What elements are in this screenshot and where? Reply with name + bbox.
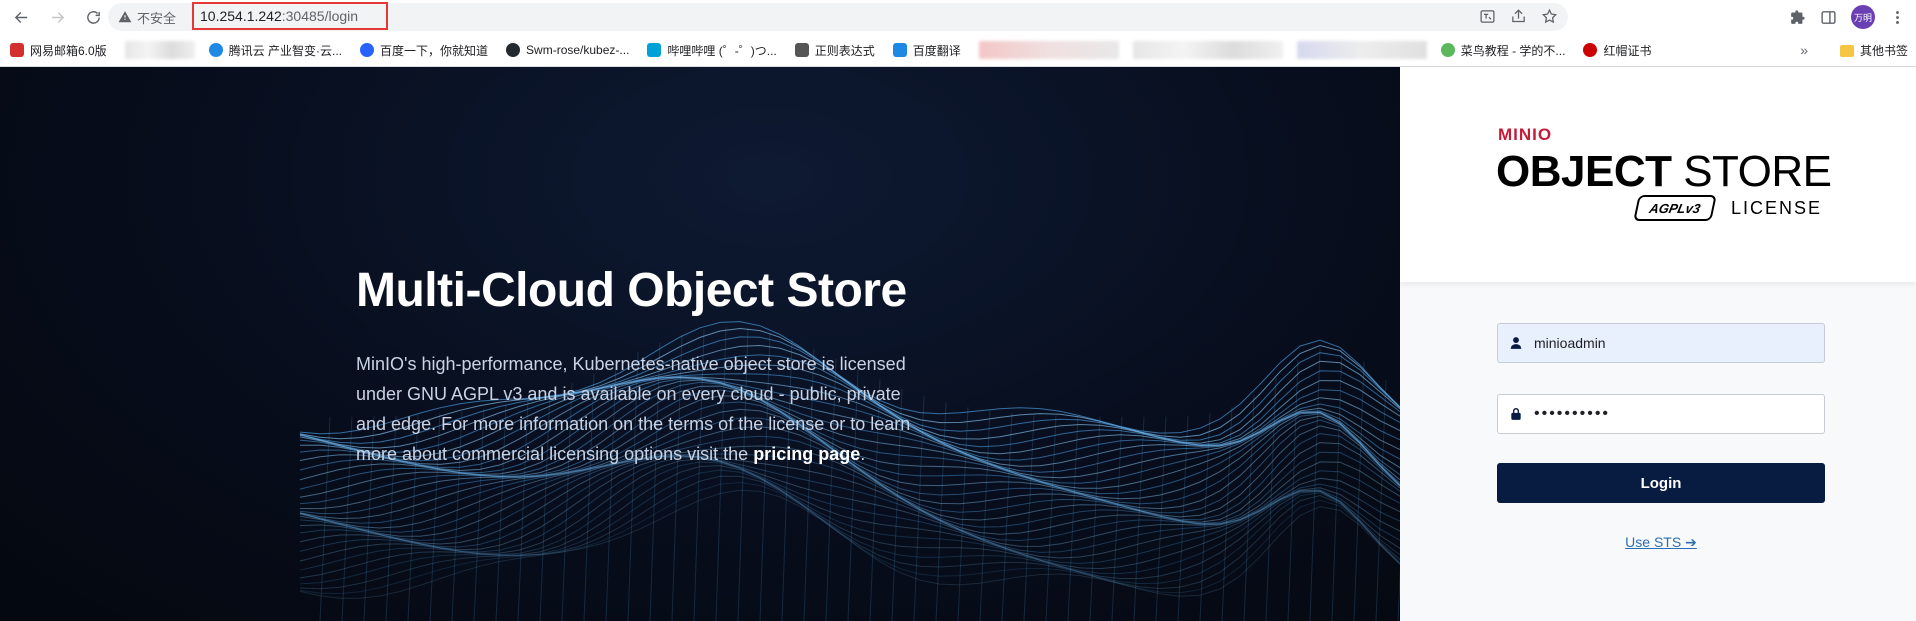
- bookmarks-overflow-button[interactable]: »: [1800, 42, 1808, 58]
- bookmark-star-icon[interactable]: [1541, 8, 1558, 25]
- menu-dots-icon[interactable]: [1889, 9, 1906, 26]
- logo-license: LICENSE: [1731, 198, 1823, 218]
- username-field[interactable]: minioadmin: [1497, 323, 1825, 363]
- blurred-bookmark: [978, 41, 1119, 59]
- wave-mesh-graphic: [299, 321, 1400, 621]
- bilibili-icon: [647, 43, 662, 57]
- translate-favicon-icon: [892, 43, 907, 57]
- url-path: :30485/login: [281, 8, 359, 24]
- blurred-bookmark: [124, 41, 195, 59]
- minio-logo: MINIO OBJECT STORE AGPLv3 LICENSE: [1400, 67, 1916, 282]
- blurred-bookmark: [1296, 41, 1427, 59]
- translate-icon[interactable]: [1479, 8, 1496, 25]
- blurred-bookmark: [1132, 41, 1283, 59]
- extensions-icon[interactable]: [1789, 9, 1806, 26]
- other-bookmarks[interactable]: 其他书签: [1839, 42, 1908, 59]
- lock-icon: [1498, 407, 1534, 421]
- bookmark-item[interactable]: 正则表达式: [794, 42, 875, 59]
- bookmark-item[interactable]: 百度一下，你就知道: [360, 42, 488, 59]
- warning-icon: [118, 11, 132, 23]
- regex-icon: [794, 43, 809, 57]
- pricing-page-link[interactable]: pricing page: [753, 444, 860, 464]
- url-host: 10.254.1.242: [200, 8, 282, 24]
- bookmarks-bar: 网易邮箱6.0版 腾讯云 产业智变·云... 百度一下，你就知道 Swm-ros…: [0, 34, 1916, 67]
- hero-description: MinIO's high-performance, Kubernetes-nat…: [356, 354, 911, 464]
- insecure-label: 不安全: [137, 10, 177, 26]
- bookmark-item[interactable]: 菜鸟教程 - 学的不...: [1440, 42, 1565, 59]
- login-panel: MINIO OBJECT STORE AGPLv3 LICENSE minioa…: [1400, 67, 1916, 621]
- bookmark-item[interactable]: 腾讯云 产业智变·云...: [208, 42, 342, 59]
- user-icon: [1498, 336, 1534, 350]
- side-panel-icon[interactable]: [1820, 9, 1837, 26]
- cloud-icon: [208, 43, 223, 57]
- back-icon[interactable]: [6, 2, 36, 32]
- logo-product: OBJECT STORE: [1496, 147, 1832, 196]
- reload-icon[interactable]: [78, 2, 108, 32]
- forward-icon[interactable]: [42, 2, 72, 32]
- bookmark-item[interactable]: 哔哩哔哩 (゜-゜)つ...: [647, 42, 777, 59]
- bookmark-item[interactable]: 网易邮箱6.0版: [10, 42, 107, 59]
- username-value: minioadmin: [1534, 335, 1606, 351]
- password-field[interactable]: ••••••••••: [1497, 394, 1825, 434]
- browser-toolbar: 不安全 10.254.1.242:30485/login 万明: [0, 0, 1916, 34]
- runoob-icon: [1440, 43, 1455, 57]
- redhat-icon: [1583, 43, 1598, 57]
- bookmark-favicon-icon: [10, 43, 24, 57]
- paw-icon: [360, 43, 375, 57]
- password-value: ••••••••••: [1534, 405, 1611, 422]
- hero-title: Multi-Cloud Object Store: [356, 264, 907, 317]
- folder-icon: [1839, 44, 1854, 57]
- agpl-badge: AGPLv3: [1633, 195, 1717, 221]
- address-bar[interactable]: 不安全 10.254.1.242:30485/login: [108, 2, 1568, 31]
- bookmark-item[interactable]: Swm-rose/kubez-...: [506, 43, 629, 57]
- insecure-indicator[interactable]: 不安全: [118, 8, 176, 27]
- use-sts-link[interactable]: Use STS ➔: [1400, 534, 1916, 551]
- bookmark-item[interactable]: 红帽证书: [1583, 42, 1651, 59]
- bookmark-item[interactable]: 百度翻译: [892, 42, 961, 59]
- logo-brand: MINIO: [1498, 125, 1553, 144]
- share-icon[interactable]: [1510, 8, 1527, 25]
- url-text[interactable]: 10.254.1.242:30485/login: [192, 2, 388, 30]
- profile-avatar[interactable]: 万明: [1851, 5, 1875, 29]
- login-button[interactable]: Login: [1497, 463, 1825, 503]
- hero-section: Multi-Cloud Object Store MinIO's high-pe…: [0, 67, 1400, 621]
- github-icon: [506, 43, 521, 57]
